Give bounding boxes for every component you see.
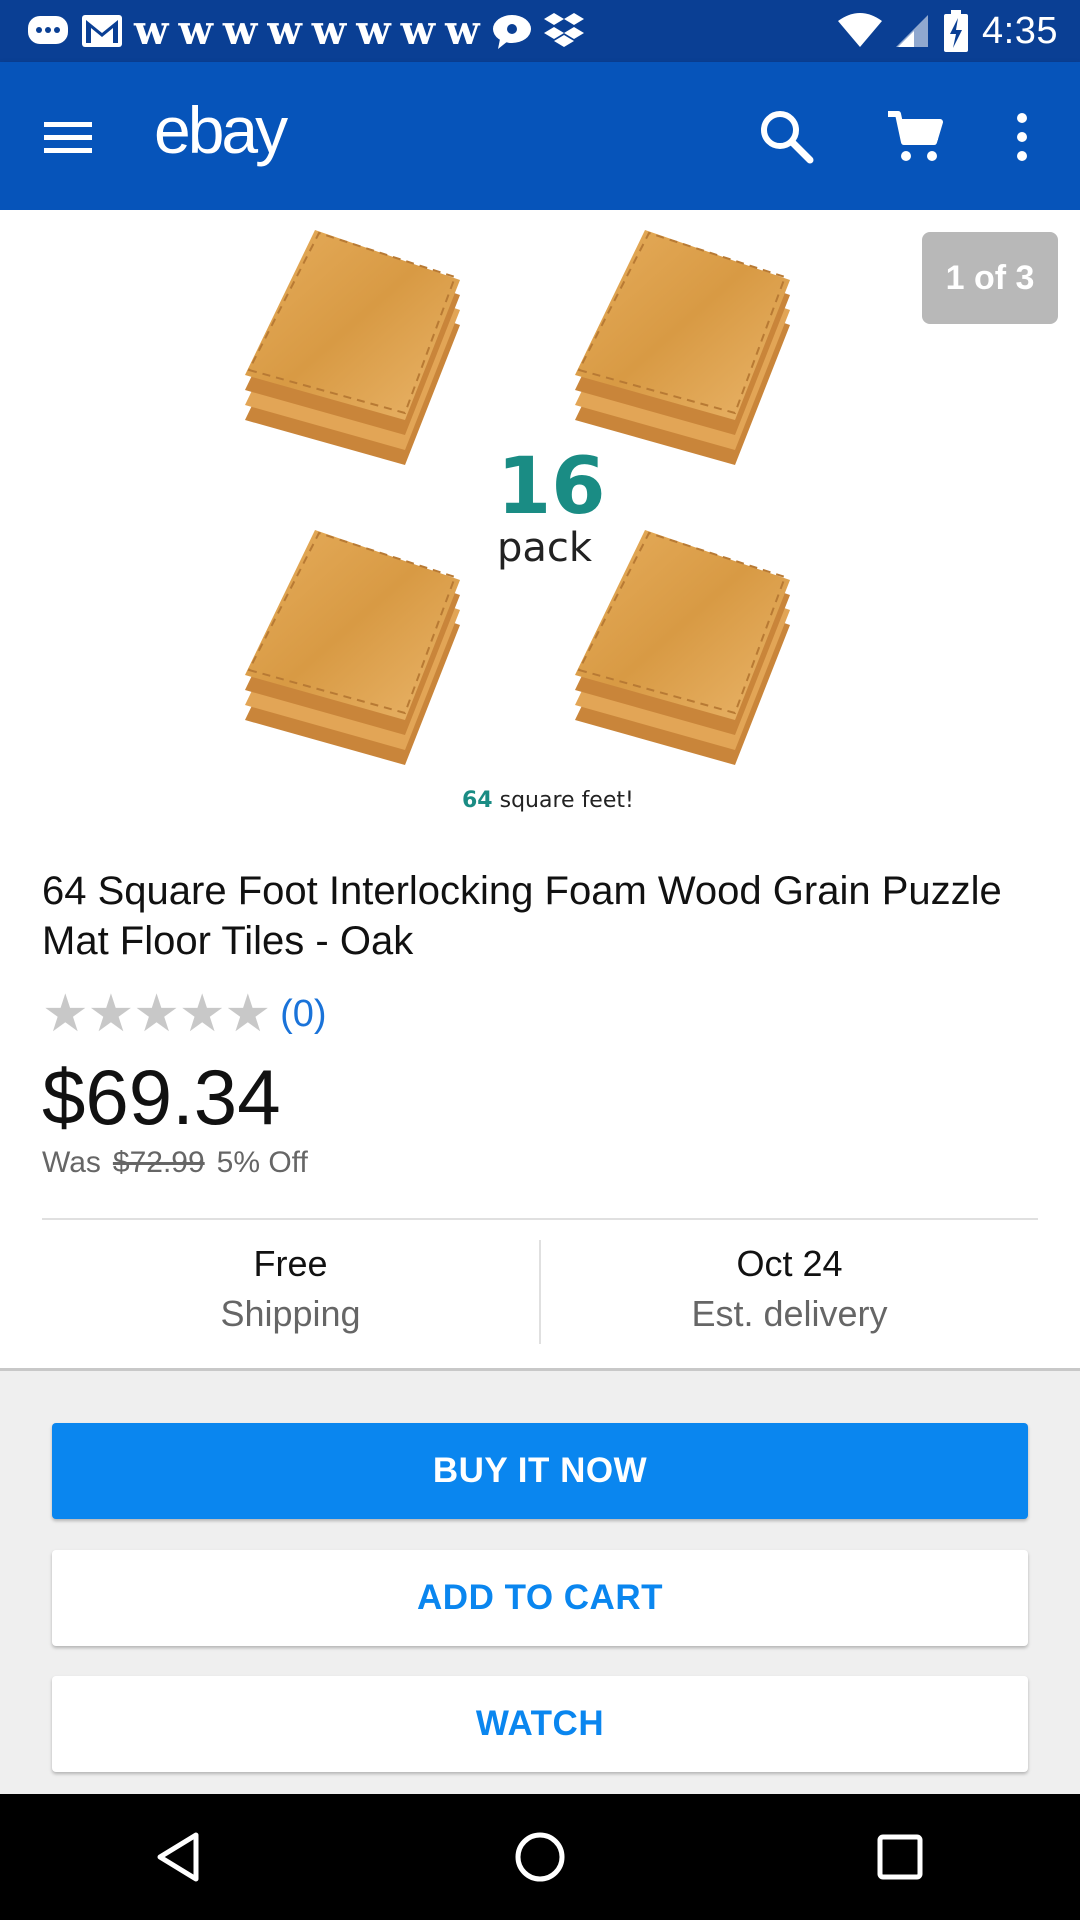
- home-icon: [515, 1832, 565, 1882]
- price: $69.34: [42, 1053, 281, 1141]
- divider: [42, 1218, 1038, 1220]
- buy-it-now-button[interactable]: BUY IT NOW: [52, 1423, 1028, 1519]
- delivery-date: Oct 24: [736, 1243, 843, 1284]
- w-app-icon: w: [134, 7, 169, 54]
- search-button[interactable]: [756, 106, 818, 168]
- star-icon: ★: [224, 984, 272, 1044]
- add-to-cart-button[interactable]: ADD TO CART: [52, 1550, 1028, 1646]
- ebay-logo[interactable]: ebay: [154, 92, 288, 168]
- chat-bubble-icon: [26, 12, 70, 50]
- shipping-delivery-info: Free Shipping Oct 24 Est. delivery: [42, 1240, 1038, 1344]
- image-counter: 1 of 3: [922, 232, 1058, 324]
- system-icons: 4:35: [838, 10, 1058, 53]
- messenger-icon: [490, 11, 534, 51]
- w-app-icon: w: [311, 7, 347, 54]
- star-icon: ★: [42, 984, 89, 1044]
- delivery-info[interactable]: Oct 24 Est. delivery: [541, 1240, 1038, 1344]
- w-app-icon: w: [356, 7, 391, 54]
- wifi-icon: [838, 13, 883, 49]
- pack-label: pack: [497, 525, 593, 571]
- was-price: $72.99: [112, 1146, 205, 1179]
- status-time: 4:35: [982, 9, 1058, 52]
- menu-button[interactable]: [40, 108, 98, 166]
- square-feet-text: square feet!: [499, 788, 634, 813]
- mat-stack: [575, 530, 790, 765]
- w-app-icon: w: [445, 7, 480, 54]
- w-app-icon: w: [178, 7, 213, 54]
- w-app-icon: w: [400, 7, 436, 54]
- gmail-icon: [80, 11, 124, 51]
- navigation-bar: [0, 1794, 1080, 1920]
- product-gallery[interactable]: 16 pack 64 square feet! 1 of 3: [0, 210, 1080, 850]
- mat-stack: [245, 530, 460, 765]
- notification-icons: w w w w w w w w: [26, 9, 584, 53]
- watch-button[interactable]: WATCH: [52, 1676, 1028, 1772]
- was-label: Was: [42, 1146, 101, 1179]
- w-app-icon: w: [222, 7, 258, 54]
- rating[interactable]: ★ ★ ★ ★ ★ (0): [42, 988, 327, 1040]
- mat-stack: [245, 230, 460, 465]
- recents-icon: [877, 1834, 923, 1880]
- mat-stack: [575, 230, 790, 465]
- recents-button[interactable]: [860, 1817, 940, 1897]
- search-icon: [761, 111, 814, 164]
- star-icon: ★: [133, 984, 180, 1044]
- pack-number: 16: [497, 442, 606, 532]
- app-bar: ebay: [0, 62, 1080, 210]
- rating-count-link[interactable]: (0): [280, 993, 326, 1036]
- star-icon: ★: [87, 984, 135, 1044]
- square-feet-caption: 64 square feet!: [462, 788, 634, 813]
- cart-button[interactable]: [884, 106, 946, 168]
- cart-icon: [888, 111, 943, 161]
- product-title: 64 Square Foot Interlocking Foam Wood Gr…: [42, 869, 1002, 963]
- delivery-label: Est. delivery: [691, 1293, 888, 1334]
- menu-icon: [44, 122, 92, 153]
- more-vert-icon: [1017, 113, 1027, 161]
- dropbox-icon: [543, 9, 584, 53]
- w-app-icon: w: [267, 7, 302, 54]
- shipping-label: Shipping: [220, 1293, 361, 1334]
- shipping-value: Free: [253, 1243, 328, 1284]
- square-feet-number: 64: [462, 788, 493, 813]
- discount: 5% Off: [216, 1146, 308, 1179]
- action-panel: BUY IT NOW ADD TO CART WATCH: [0, 1368, 1080, 1797]
- more-options-button[interactable]: [1000, 106, 1044, 168]
- back-icon: [157, 1832, 199, 1882]
- back-button[interactable]: [140, 1817, 220, 1897]
- star-icon: ★: [178, 984, 226, 1044]
- signal-icon: [896, 13, 930, 49]
- home-button[interactable]: [500, 1817, 580, 1897]
- status-bar: w w w w w w w w 4:35: [0, 0, 1080, 62]
- original-price-line: Was $72.99 5% Off: [42, 1146, 308, 1180]
- shipping-info[interactable]: Free Shipping: [42, 1240, 539, 1344]
- battery-charging-icon: [944, 10, 969, 52]
